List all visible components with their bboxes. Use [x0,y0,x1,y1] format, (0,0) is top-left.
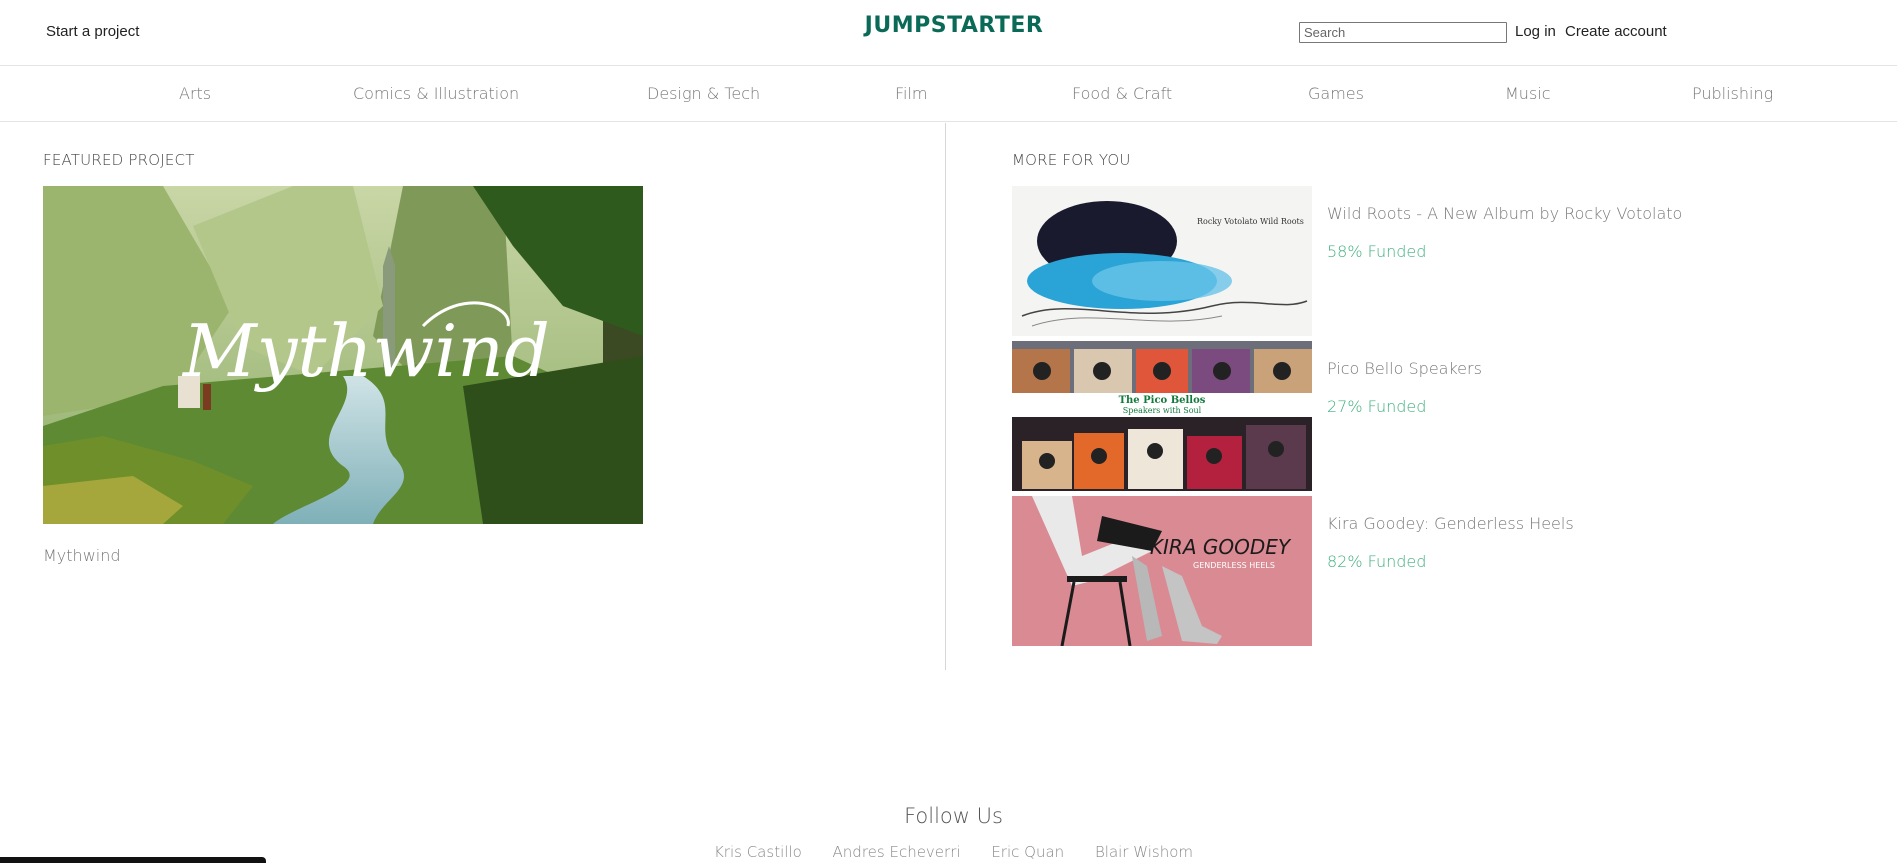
category-food-craft[interactable]: Food & Craft [1072,84,1172,103]
project-thumbnail[interactable]: KIRA GOODEY GENDERLESS HEELS [1012,496,1312,646]
category-design-tech[interactable]: Design & Tech [647,84,760,103]
follow-link-blair-wishom[interactable]: Blair Wishom [1095,843,1193,861]
project-thumbnail[interactable]: Rocky Votolato Wild Roots [1012,186,1312,336]
project-title[interactable]: Kira Goodey: Genderless Heels [1327,514,1574,533]
featured-section-title: FEATURED PROJECT [43,151,195,169]
jumpstarter-logo[interactable]: JUMPSTARTER [862,13,1046,38]
start-project-link[interactable]: Start a project [46,23,139,40]
thumb-caption: Rocky Votolato Wild Roots [1197,217,1304,226]
follow-link-eric-quan[interactable]: Eric Quan [991,843,1064,861]
pico-bello-speakers-artwork: The Pico Bellos Speakers with Soul [1012,341,1312,491]
category-games[interactable]: Games [1308,84,1364,103]
recommended-project[interactable]: KIRA GOODEY GENDERLESS HEELS Kira Goodey… [1012,496,1832,646]
follow-links: Kris Castillo Andres Echeverri Eric Quan… [0,843,1897,861]
funded-status: 27% Funded [1327,397,1427,416]
project-thumbnail[interactable]: The Pico Bellos Speakers with Soul [1012,341,1312,491]
category-publishing[interactable]: Publishing [1692,84,1773,103]
wild-roots-artwork: Rocky Votolato Wild Roots [1012,186,1312,336]
category-arts[interactable]: Arts [179,84,211,103]
more-for-you-title: MORE FOR YOU [1012,151,1131,169]
search-input[interactable] [1299,22,1507,43]
login-link[interactable]: Log in [1515,23,1556,40]
thumb-caption-2: GENDERLESS HEELS [1193,561,1275,570]
featured-project-image[interactable]: Mythwind [43,186,643,524]
category-nav: Arts Comics & Illustration Design & Tech… [0,66,1897,122]
create-account-link[interactable]: Create account [1565,23,1667,40]
recommended-project[interactable]: The Pico Bellos Speakers with Soul Pico … [1012,341,1832,491]
funded-status: 82% Funded [1327,552,1427,571]
featured-project-name[interactable]: Mythwind [43,546,121,565]
mythwind-wordmark: Mythwind [181,309,550,393]
follow-link-kris-castillo[interactable]: Kris Castillo [714,843,802,861]
funded-status: 58% Funded [1327,242,1427,261]
thumb-caption-2: Speakers with Soul [1123,406,1202,415]
top-header: Start a project JUMPSTARTER Log in Creat… [0,0,1897,66]
project-title[interactable]: Wild Roots - A New Album by Rocky Votola… [1327,204,1682,223]
follow-us-title: Follow Us [904,804,1003,828]
column-divider [945,123,946,670]
category-music[interactable]: Music [1505,84,1551,103]
bottom-left-bar [0,857,266,863]
kira-goodey-heels-artwork: KIRA GOODEY GENDERLESS HEELS [1012,496,1312,646]
project-title[interactable]: Pico Bello Speakers [1327,359,1482,378]
category-comics-illustration[interactable]: Comics & Illustration [353,84,519,103]
thumb-caption-1: KIRA GOODEY [1150,535,1292,559]
thumb-caption-1: The Pico Bellos [1119,395,1206,406]
mythwind-illustration: Mythwind [43,186,643,524]
category-film[interactable]: Film [895,84,928,103]
recommended-project[interactable]: Rocky Votolato Wild Roots Wild Roots - A… [1012,186,1832,336]
follow-link-andres-echeverri[interactable]: Andres Echeverri [833,843,961,861]
